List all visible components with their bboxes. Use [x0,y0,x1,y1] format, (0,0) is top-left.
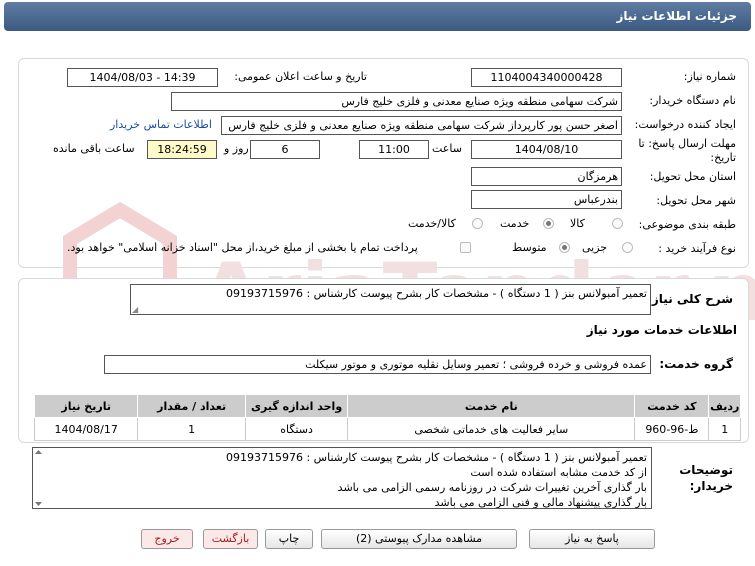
announce-date-label: تاریخ و ساعت اعلان عمومی: [234,70,367,83]
process-type-label: نوع فرآیند خرید : [658,242,736,255]
category-option-goods: کالا [570,217,585,230]
buyer-notes-line: بار گذاری آخرین تغییرات شرکت در روزنامه … [337,481,647,494]
creator-field: اصغر حسن پور کارپرداز شرکت سهامی منطقه و… [221,116,622,135]
buyer-notes-line: تعمیر آمبولانس بنز ( 1 دستگاه ) - مشخصات… [226,451,647,464]
row-index-cell: 1 [708,417,741,441]
need-number-label: شماره نیاز: [683,70,736,83]
buyer-notes-line: از کد خدمت مشابه استفاده شده است [470,466,647,479]
back-button[interactable]: بازگشت [203,529,258,549]
table-row: 1 ط-96-960 سایر فعالیت های خدماتی شخصی د… [33,417,741,441]
process-option-medium: متوسط [512,241,547,254]
announce-date-field: 1404/08/03 - 14:39 [67,68,218,87]
deadline-time-label: ساعت [432,142,462,155]
exit-button[interactable]: خروج [141,529,193,549]
col-name-header: نام خدمت [347,394,636,418]
need-number-field: 1104004340000428 [471,68,622,87]
col-row-header: ردیف [708,394,741,418]
table-header-row: ردیف کد خدمت نام خدمت واحد اندازه گیری ت… [33,394,741,418]
creator-label: ایجاد کننده درخواست: [634,118,736,131]
province-label: استان محل تحویل: [649,170,736,183]
buyer-contact-link[interactable]: اطلاعات تماس خریدار [110,118,212,131]
category-radio-goods[interactable] [612,218,623,229]
resize-handle-icon[interactable]: ◢ [132,305,138,314]
city-field: بندرعباس [471,190,622,209]
process-radio-medium[interactable] [559,242,570,253]
service-group-field: عمده فروشی و خرده فروشی ؛ تعمیر وسایل نق… [104,355,651,374]
process-radio-minor[interactable] [622,242,633,253]
buyer-notes-label: توضیحات خریدار: [679,463,733,493]
treasury-payment-note: پرداخت تمام یا بخشی از مبلغ خرید،از محل … [67,241,418,254]
time-remaining-field: 18:24:59 [147,140,217,159]
category-label: طبقه بندی موضوعی: [638,218,736,231]
treasury-payment-checkbox[interactable] [460,242,471,253]
category-radio-goods-service[interactable] [472,218,483,229]
days-remaining-field: 6 [250,140,320,159]
need-summary-label: شرح کلی نیاز: [647,292,733,306]
deadline-date-field: 1404/08/10 [471,140,622,159]
deadline-label: مهلت ارسال پاسخ: تا تاریخ: [638,137,736,164]
time-remaining-label: ساعت باقی مانده [53,142,135,155]
province-field: هرمزگان [471,167,622,186]
city-label: شهر محل تحویل: [656,194,736,207]
buyer-org-field: شرکت سهامی منطقه ویژه صنایع معدنی و فلزی… [171,92,622,111]
process-option-minor: جزیی [582,241,608,254]
page-header: جزئیات اطلاعات نیاز [4,2,751,31]
col-code-header: کد خدمت [634,394,710,418]
service-name-cell: سایر فعالیت های خدماتی شخصی [347,417,636,441]
service-group-label: گروه خدمت: [659,357,733,371]
need-date-cell: 1404/08/17 [33,417,139,441]
category-radio-service[interactable] [543,218,554,229]
need-summary-field: تعمیر آمبولانس بنز ( 1 دستگاه ) - مشخصات… [130,284,651,315]
scroll-up-icon [35,450,42,454]
days-label: روز و [224,142,249,155]
notes-scrollbar[interactable] [34,449,43,507]
reply-button[interactable]: پاسخ به نیاز [529,529,655,549]
service-code-cell: ط-96-960 [634,417,710,441]
buyer-org-label: نام دستگاه خریدار: [649,94,736,107]
category-option-service: خدمت [500,217,530,230]
col-qty-header: تعداد / مقدار [137,394,246,418]
quantity-cell: 1 [137,417,246,441]
print-button[interactable]: چاپ [265,529,313,549]
view-attachments-button[interactable]: مشاهده مدارک پیوستی (2) [321,529,517,549]
deadline-time-field: 11:00 [359,140,429,159]
scroll-down-icon [35,502,42,506]
col-date-header: تاریخ نیاز [33,394,139,418]
services-table: ردیف کد خدمت نام خدمت واحد اندازه گیری ت… [33,394,741,441]
services-section-title: اطلاعات خدمات مورد نیاز [586,323,737,337]
buyer-notes-field: تعمیر آمبولانس بنز ( 1 دستگاه ) - مشخصات… [32,447,652,509]
category-option-goods-service: کالا/خدمت [408,217,456,230]
buyer-notes-line: بار گذاری پیشنهاد مالی و فنی الزامی می ب… [434,496,647,509]
col-unit-header: واحد اندازه گیری [244,394,349,418]
unit-cell: دستگاه [244,417,349,441]
